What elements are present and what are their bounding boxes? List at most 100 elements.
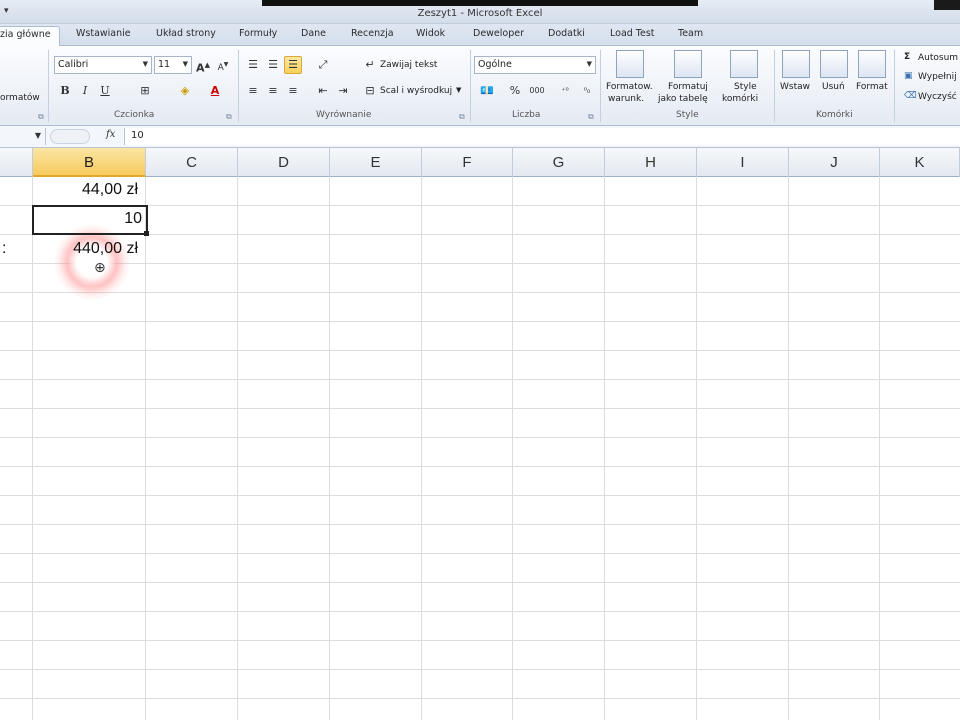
format-cells-button[interactable]: Format (856, 82, 888, 92)
fill-icon: ▣ (904, 71, 913, 81)
tab-load-test[interactable]: Load Test (610, 28, 655, 39)
conditional-formatting-line1[interactable]: Formatow. (606, 82, 653, 92)
shrink-font-icon[interactable]: A▼ (214, 56, 232, 74)
number-format-combo[interactable]: Ogólne ▼ (474, 56, 596, 74)
thousands-separator-icon[interactable]: 000 (528, 82, 546, 100)
column-header-j[interactable]: J (789, 148, 880, 177)
align-bottom-icon[interactable]: ☰ (284, 56, 302, 74)
format-as-table-line1[interactable]: Formatuj (668, 82, 708, 92)
column-header-e[interactable]: E (330, 148, 422, 177)
group-separator (600, 50, 601, 122)
conditional-formatting-line2[interactable]: warunk. (608, 94, 644, 104)
borders-icon[interactable]: ⊞ (136, 82, 154, 100)
formula-input[interactable]: 10 (124, 128, 960, 145)
align-center-icon[interactable]: ≡ (264, 82, 282, 100)
active-cell-border (32, 205, 148, 235)
tab-page-layout[interactable]: Układ strony (156, 28, 216, 39)
grid-row (0, 554, 960, 583)
column-header-f[interactable]: F (422, 148, 513, 177)
grid-row (0, 496, 960, 525)
align-left-icon[interactable]: ≡ (244, 82, 262, 100)
tab-insert[interactable]: Wstawianie (76, 28, 131, 39)
font-size-combo[interactable]: 11 ▼ (154, 56, 192, 74)
grid-row (0, 670, 960, 699)
grow-font-icon[interactable]: A▲ (194, 56, 212, 75)
column-header-i[interactable]: I (697, 148, 789, 177)
column-header-b[interactable]: B (33, 148, 146, 177)
styles-group-label: Style (676, 110, 699, 120)
alignment-launcher-icon[interactable]: ⧉ (459, 112, 465, 122)
tab-team[interactable]: Team (678, 28, 703, 39)
grid-row (0, 467, 960, 496)
conditional-formatting-icon (616, 50, 644, 78)
font-launcher-icon[interactable]: ⧉ (226, 112, 232, 122)
font-size-value: 11 (158, 59, 171, 70)
fill-button[interactable]: Wypełnij (918, 72, 957, 82)
fill-handle[interactable] (144, 231, 149, 236)
number-launcher-icon[interactable]: ⧉ (588, 112, 594, 122)
ribbon-tabs: zia główne Wstawianie Układ strony Formu… (0, 24, 960, 47)
column-header-c[interactable]: C (146, 148, 238, 177)
title-bar: ▾ Zeszyt1 - Microsoft Excel (0, 0, 960, 24)
column-header-d[interactable]: D (238, 148, 330, 177)
column-header-k[interactable]: K (880, 148, 960, 177)
grid-row (0, 641, 960, 670)
merge-center-icon: ⊟ (365, 84, 375, 97)
clipboard-launcher-icon[interactable]: ⧉ (38, 112, 44, 122)
italic-icon[interactable]: I (76, 82, 94, 100)
insert-cells-button[interactable]: Wstaw (780, 82, 810, 92)
fill-color-icon[interactable]: ◈ (176, 82, 194, 100)
column-header-g[interactable]: G (513, 148, 605, 177)
insert-function-icon[interactable]: fx (106, 129, 115, 140)
align-middle-icon[interactable]: ☰ (264, 56, 282, 74)
merge-center-button[interactable]: Scal i wyśrodkuj (380, 86, 452, 96)
formula-buttons[interactable] (50, 129, 90, 144)
grid-row (0, 293, 960, 322)
tab-view[interactable]: Widok (416, 28, 445, 39)
clear-icon: ⌫ (904, 91, 917, 101)
format-as-table-line2[interactable]: jako tabelę (658, 94, 708, 104)
tab-review[interactable]: Recenzja (351, 28, 394, 39)
spreadsheet-grid[interactable]: B C D E F G H I J K 44,00 zł 10: 440,00… (0, 148, 960, 720)
increase-decimal-icon[interactable]: ⁺⁰ (556, 82, 574, 100)
delete-cells-icon (820, 50, 848, 78)
underline-icon[interactable]: U (96, 82, 114, 100)
ribbon: ormatów ⧉ Calibri ▼ 11 ▼ A▲ A▼ B I U ⊞ ◈ A… (0, 46, 960, 126)
grid-row (0, 322, 960, 351)
cell-styles-line1[interactable]: Style (734, 82, 757, 92)
delete-cells-button[interactable]: Usuń (822, 82, 845, 92)
cell-a3[interactable]: : (2, 240, 6, 258)
cell-b3[interactable]: 440,00 zł (40, 240, 138, 258)
align-top-icon[interactable]: ☰ (244, 56, 262, 74)
bold-icon[interactable]: B (56, 82, 74, 100)
mouse-cursor-icon: ⊕ (94, 260, 106, 276)
orientation-icon[interactable]: ⤢ (314, 56, 332, 74)
name-box-dropdown[interactable]: ▼ (0, 128, 46, 145)
window-control[interactable] (934, 0, 960, 10)
tab-addins[interactable]: Dodatki (548, 28, 585, 39)
percent-format-icon[interactable]: % (506, 82, 524, 100)
tab-home[interactable]: zia główne (0, 26, 60, 47)
tab-formulas[interactable]: Formuły (239, 28, 277, 39)
chevron-down-icon[interactable]: ▼ (456, 86, 461, 94)
cell-styles-line2[interactable]: komórki (722, 94, 758, 104)
formula-bar: ▼ fx 10 (0, 126, 960, 148)
group-separator (894, 50, 895, 122)
clipboard-format-painter-label[interactable]: ormatów (0, 93, 40, 103)
video-overlay-strip (262, 0, 698, 6)
tab-developer[interactable]: Deweloper (473, 28, 524, 39)
tab-data[interactable]: Dane (301, 28, 326, 39)
font-color-icon[interactable]: A (206, 82, 224, 100)
font-name-combo[interactable]: Calibri ▼ (54, 56, 152, 74)
cell-b1[interactable]: 44,00 zł (40, 181, 138, 199)
increase-indent-icon[interactable]: ⇥ (334, 82, 352, 100)
clear-button[interactable]: Wyczyść (918, 92, 957, 102)
decrease-decimal-icon[interactable]: ⁰₀ (578, 82, 596, 100)
column-header-h[interactable]: H (605, 148, 697, 177)
decrease-indent-icon[interactable]: ⇤ (314, 82, 332, 100)
align-right-icon[interactable]: ≡ (284, 82, 302, 100)
autosum-button[interactable]: Autosum (918, 53, 958, 63)
currency-format-icon[interactable]: 💶 (478, 82, 496, 100)
wrap-text-button[interactable]: Zawijaj tekst (380, 60, 437, 70)
group-separator (774, 50, 775, 122)
